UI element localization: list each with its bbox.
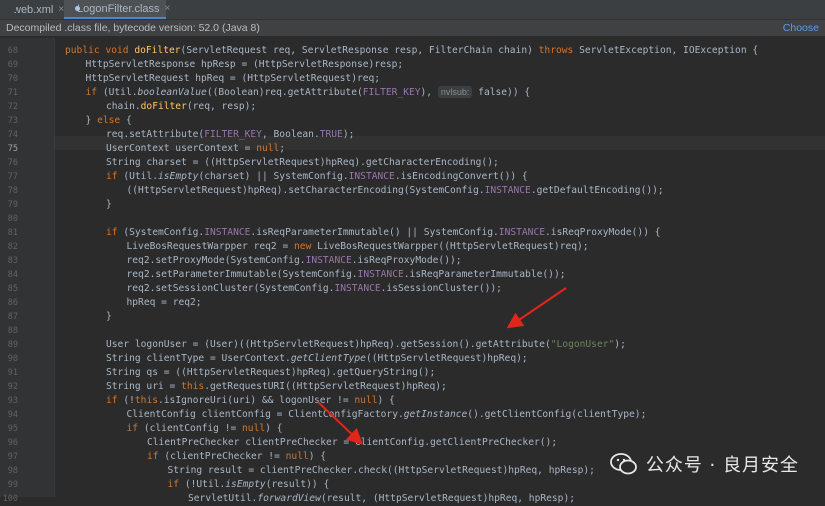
red-arrow	[317, 401, 363, 445]
watermark-text: 公众号 · 良月安全	[645, 455, 799, 476]
annotation-arrows	[317, 287, 567, 445]
watermark: 公众号 · 良月安全	[609, 451, 799, 477]
wechat-icon	[609, 453, 637, 475]
red-arrow	[506, 287, 567, 329]
